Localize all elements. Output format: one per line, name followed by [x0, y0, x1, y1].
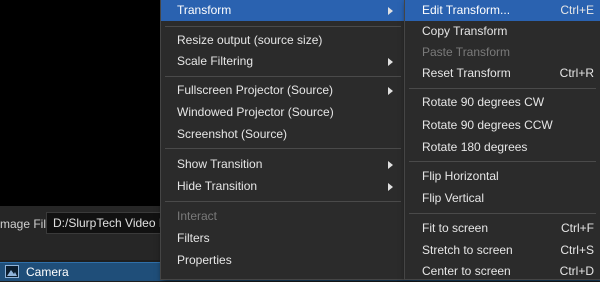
menu-item-label: Resize output (source size)	[177, 33, 323, 47]
menu-item-label: Interact	[177, 209, 218, 223]
submenu-arrow-icon	[388, 183, 393, 191]
source-context-menu: Transform Resize output (source size) Sc…	[160, 0, 406, 280]
menu-item-label: Edit Transform...	[422, 3, 511, 17]
menu-item-fullscreen-projector[interactable]: Fullscreen Projector (Source)	[161, 80, 405, 101]
menu-item-paste-transform: Paste Transform	[405, 42, 600, 63]
menu-item-shortcut: Ctrl+E	[560, 3, 594, 17]
menu-item-label: Center to screen	[422, 264, 511, 278]
menu-item-label: Flip Vertical	[422, 191, 485, 205]
image-file-label: mage File	[0, 217, 53, 231]
menu-item-label: Windowed Projector (Source)	[177, 105, 334, 119]
menu-item-rotate-cw[interactable]: Rotate 90 degrees CW	[405, 92, 600, 113]
menu-item-show-transition[interactable]: Show Transition	[161, 154, 405, 175]
menu-item-label: Paste Transform	[422, 45, 511, 59]
menu-item-hide-transition[interactable]: Hide Transition	[161, 176, 405, 197]
submenu-arrow-icon	[388, 58, 393, 66]
menu-item-shortcut: Ctrl+F	[561, 221, 594, 235]
menu-item-filters[interactable]: Filters	[161, 228, 405, 249]
menu-item-label: Stretch to screen	[422, 243, 513, 257]
menu-item-reset-transform[interactable]: Reset Transform Ctrl+R	[405, 63, 600, 84]
menu-item-label: Flip Horizontal	[422, 169, 499, 183]
menu-item-resize-output[interactable]: Resize output (source size)	[161, 30, 405, 51]
menu-item-label: Scale Filtering	[177, 54, 254, 68]
source-name: Camera	[26, 265, 69, 279]
menu-separator	[165, 76, 401, 77]
menu-item-center-to-screen[interactable]: Center to screen Ctrl+D	[405, 261, 600, 282]
menu-item-label: Screenshot (Source)	[177, 127, 288, 141]
menu-item-fit-to-screen[interactable]: Fit to screen Ctrl+F	[405, 218, 600, 239]
image-file-path-field[interactable]: D:/SlurpTech Video Me	[46, 212, 166, 234]
menu-item-label: Transform	[177, 3, 232, 17]
menu-separator	[409, 161, 596, 162]
menu-item-rotate-ccw[interactable]: Rotate 90 degrees CCW	[405, 115, 600, 136]
menu-item-label: Fit to screen	[422, 221, 489, 235]
menu-item-windowed-projector[interactable]: Windowed Projector (Source)	[161, 102, 405, 123]
menu-item-screenshot[interactable]: Screenshot (Source)	[161, 124, 405, 145]
menu-item-shortcut: Ctrl+S	[560, 243, 594, 257]
menu-separator	[165, 201, 401, 202]
menu-item-label: Rotate 90 degrees CW	[422, 95, 545, 109]
menu-item-copy-transform[interactable]: Copy Transform	[405, 21, 600, 42]
menu-item-shortcut: Ctrl+D	[559, 264, 594, 278]
menu-item-label: Show Transition	[177, 157, 263, 171]
menu-item-label: Filters	[177, 231, 210, 245]
menu-item-stretch-to-screen[interactable]: Stretch to screen Ctrl+S	[405, 240, 600, 261]
menu-item-edit-transform[interactable]: Edit Transform... Ctrl+E	[405, 0, 600, 21]
submenu-arrow-icon	[388, 87, 393, 95]
menu-item-rotate-180[interactable]: Rotate 180 degrees	[405, 137, 600, 158]
menu-item-label: Fullscreen Projector (Source)	[177, 83, 334, 97]
preview-canvas[interactable]	[0, 0, 160, 206]
submenu-arrow-icon	[388, 161, 393, 169]
menu-item-label: Properties	[177, 253, 232, 267]
menu-separator	[165, 26, 401, 27]
menu-item-label: Rotate 90 degrees CCW	[422, 118, 553, 132]
menu-separator	[409, 213, 596, 214]
transform-submenu: Edit Transform... Ctrl+E Copy Transform …	[404, 0, 600, 280]
menu-item-label: Rotate 180 degrees	[422, 140, 528, 154]
menu-item-flip-vertical[interactable]: Flip Vertical	[405, 188, 600, 209]
camera-source-icon	[5, 265, 19, 278]
menu-item-interact: Interact	[161, 206, 405, 227]
menu-item-label: Reset Transform	[422, 66, 511, 80]
menu-separator	[165, 148, 401, 149]
menu-item-scale-filtering[interactable]: Scale Filtering	[161, 51, 405, 72]
menu-item-label: Hide Transition	[177, 179, 258, 193]
menu-separator	[409, 88, 596, 89]
menu-item-label: Copy Transform	[422, 24, 508, 38]
menu-item-properties[interactable]: Properties	[161, 250, 405, 271]
menu-item-shortcut: Ctrl+R	[559, 66, 594, 80]
menu-item-flip-horizontal[interactable]: Flip Horizontal	[405, 166, 600, 187]
submenu-arrow-icon	[388, 7, 393, 15]
menu-item-transform[interactable]: Transform	[161, 0, 405, 21]
